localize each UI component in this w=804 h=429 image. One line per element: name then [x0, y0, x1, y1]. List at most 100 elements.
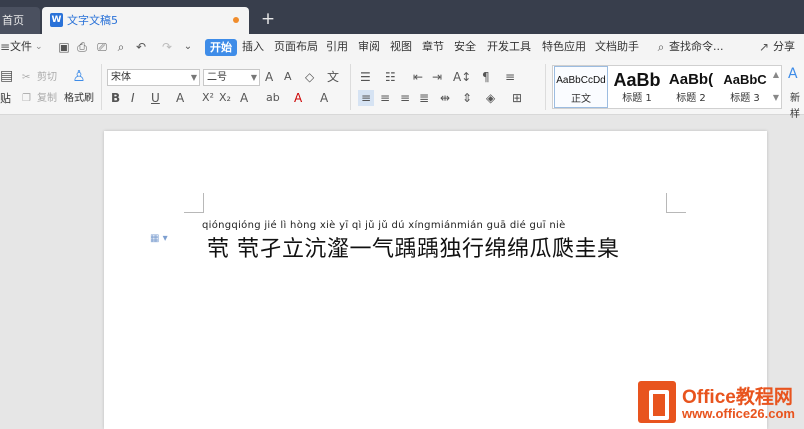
tab-developer[interactable]: 开发工具 [487, 34, 531, 60]
decrease-indent-icon[interactable]: ⇤ [413, 69, 423, 85]
styles-gallery: AaBbCcDd 正文 AaBb 标题 1 AaBb( 标题 2 AaBbC 标… [552, 65, 782, 109]
style-preview: AaBbC [723, 72, 767, 87]
tab-doc-assistant[interactable]: 文档助手 [595, 34, 639, 60]
style-name: 标题 1 [622, 93, 652, 104]
numbering-icon[interactable]: ☷ [385, 69, 396, 85]
copy-button[interactable]: 复制 [37, 91, 57, 107]
redo-icon[interactable]: ↷ [160, 40, 174, 54]
command-search[interactable]: 查找命令... [669, 34, 724, 60]
font-name-select[interactable]: 宋体 ▼ [107, 69, 200, 86]
tab-document[interactable]: W 文字文稿5 [42, 7, 249, 34]
watermark-url: www.office26.com [682, 406, 795, 421]
divider [350, 64, 351, 110]
tab-references[interactable]: 引用 [326, 34, 348, 60]
share-button[interactable]: 分享 [773, 34, 795, 60]
text-effect-icon[interactable]: A [240, 90, 248, 106]
style-name: 标题 3 [730, 93, 760, 104]
format-painter-button[interactable]: 格式刷 [64, 91, 94, 107]
show-marks-icon[interactable]: ¶ [482, 69, 490, 85]
bullets-icon[interactable]: ☰ [360, 69, 371, 85]
print-icon[interactable]: ⎚ [95, 40, 109, 54]
justify-icon[interactable]: ≣ [419, 90, 429, 106]
paste-icon[interactable]: ▤ [0, 68, 13, 84]
search-icon[interactable]: ⌕ [654, 40, 668, 54]
highlight-icon[interactable]: ab [266, 90, 280, 106]
save-icon[interactable]: ▣ [57, 40, 71, 54]
style-normal[interactable]: AaBbCcDd 正文 [554, 66, 608, 108]
align-left-icon[interactable]: ≡ [358, 90, 374, 106]
shrink-font-icon[interactable]: A [284, 69, 292, 85]
subscript-icon[interactable]: X₂ [219, 90, 231, 106]
font-size-value: 二号 [207, 72, 227, 83]
format-painter-icon[interactable]: ♙ [70, 68, 88, 84]
style-name: 正文 [571, 94, 591, 105]
tab-home[interactable]: 首页 [0, 7, 40, 34]
watermark-brand: Office教程网 [682, 387, 793, 408]
new-tab-button[interactable]: + [260, 8, 276, 30]
export-pdf-icon[interactable]: ⎙ [75, 40, 89, 54]
unsaved-dot-icon [233, 17, 239, 23]
share-icon[interactable]: ↗ [757, 40, 771, 54]
distributed-icon[interactable]: ⇹ [440, 90, 450, 106]
tab-start[interactable]: 开始 [205, 39, 237, 56]
cut-icon[interactable]: ✂ [22, 70, 30, 86]
new-style-button[interactable]: 新样 [786, 91, 804, 123]
divider [101, 64, 102, 110]
undo-icon[interactable]: ↶ [134, 40, 148, 54]
style-heading-2[interactable]: AaBb( 标题 2 [664, 66, 718, 108]
new-style-icon[interactable]: A [788, 66, 798, 82]
paragraph-layout-icon[interactable]: ▦ ▾ [150, 233, 170, 245]
cut-button[interactable]: 剪切 [37, 70, 57, 86]
border-icon[interactable]: ⊞ [512, 90, 522, 106]
font-size-select[interactable]: 二号 ▼ [203, 69, 260, 86]
tab-page-layout[interactable]: 页面布局 [274, 34, 318, 60]
customize-chevron-icon[interactable]: ⌄ [181, 40, 195, 54]
office-logo-icon [638, 381, 676, 423]
paste-label[interactable]: 贴 [0, 91, 11, 107]
shading-icon[interactable]: ◈ [486, 90, 495, 106]
tab-insert[interactable]: 插入 [242, 34, 264, 60]
styles-scroll-up-icon[interactable]: ▲ [773, 70, 779, 79]
superscript-icon[interactable]: X² [202, 90, 214, 106]
menu-icon[interactable]: ≡ [0, 40, 10, 54]
align-center-icon[interactable]: ≡ [380, 90, 390, 106]
increase-indent-icon[interactable]: ⇥ [432, 69, 442, 85]
sort-icon[interactable]: A↕ [453, 69, 471, 85]
chevron-down-icon: ▼ [190, 73, 197, 82]
style-preview: AaBb [613, 70, 661, 90]
print-preview-icon[interactable]: ⌕ [114, 40, 128, 54]
menu-bar: ≡ 文件 ⌄ ▣ ⎙ ⎚ ⌕ ↶ ↷ ⌄ 开始 插入 页面布局 引用 审阅 视图… [0, 34, 804, 60]
pinyin-guide-icon[interactable]: 文 [327, 69, 339, 85]
grow-font-icon[interactable]: A [265, 69, 273, 85]
title-bar: 首页 W 文字文稿5 + [0, 0, 804, 34]
copy-icon[interactable]: ❐ [22, 91, 31, 107]
strikethrough-icon[interactable]: A [176, 90, 184, 106]
tab-chapter[interactable]: 章节 [422, 34, 444, 60]
paragraph-icon[interactable]: ⇕ [462, 90, 472, 106]
tab-review[interactable]: 审阅 [358, 34, 380, 60]
char-shading-icon[interactable]: A [320, 90, 328, 106]
style-preview: AaBbCcDd [556, 75, 606, 86]
style-heading-3[interactable]: AaBbC 标题 3 [718, 66, 772, 108]
clear-format-icon[interactable]: ◇ [305, 69, 314, 85]
style-heading-1[interactable]: AaBb 标题 1 [610, 66, 664, 108]
style-name: 标题 2 [676, 93, 706, 104]
tab-security[interactable]: 安全 [454, 34, 476, 60]
tab-features[interactable]: 特色应用 [542, 34, 586, 60]
italic-icon[interactable]: I [131, 90, 135, 106]
menu-file[interactable]: 文件 [10, 34, 32, 60]
font-name-value: 宋体 [111, 72, 131, 83]
divider [545, 64, 546, 110]
underline-icon[interactable]: U [151, 90, 160, 106]
align-right-icon[interactable]: ≡ [400, 90, 410, 106]
file-chevron-down-icon[interactable]: ⌄ [35, 34, 43, 60]
bold-icon[interactable]: B [111, 90, 120, 106]
line-spacing-icon[interactable]: ≡ [505, 69, 515, 85]
tab-view[interactable]: 视图 [390, 34, 412, 60]
document-text[interactable]: 茕 茕孑立沆瀣一气踽踽独行绵绵瓜瓞圭臬 [207, 231, 667, 262]
style-preview: AaBb( [668, 71, 714, 88]
styles-more-icon[interactable]: ▼ [773, 93, 779, 102]
document-tab-title: 文字文稿5 [67, 14, 118, 27]
font-color-icon[interactable]: A [294, 90, 302, 106]
margin-marker [666, 193, 686, 213]
